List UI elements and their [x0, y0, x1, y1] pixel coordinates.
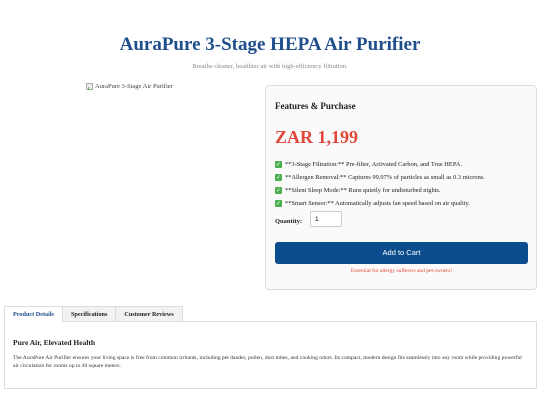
quantity-label: Quantity: — [275, 218, 303, 225]
check-mark-icon: ✓ — [275, 161, 282, 168]
product-image-alt-text: AuraPure 3-Stage Air Purifier — [95, 83, 173, 90]
feature-list: ✓ **3-Stage Filtration:** Pre-filter, Ac… — [275, 158, 485, 210]
feature-item: ✓ **Silent Sleep Mode:** Runs quietly fo… — [275, 184, 485, 197]
product-image: AuraPure 3-Stage Air Purifier — [86, 83, 173, 90]
tab-panel-product-details: Pure Air, Elevated Health The AuraPure A… — [4, 321, 537, 389]
check-mark-icon: ✓ — [275, 174, 282, 181]
page-title: AuraPure 3-Stage HEPA Air Purifier — [119, 34, 421, 55]
tab-customer-reviews[interactable]: Customer Reviews — [115, 306, 183, 321]
feature-item: ✓ **3-Stage Filtration:** Pre-filter, Ac… — [275, 158, 485, 171]
product-price: ZAR 1,199 — [275, 127, 359, 147]
feature-text: **Smart Sensor:** Automatically adjusts … — [285, 200, 470, 207]
tab-product-details[interactable]: Product Details — [4, 306, 63, 322]
feature-text: **Silent Sleep Mode:** Runs quietly for … — [285, 187, 441, 194]
add-to-cart-button[interactable]: Add to Cart — [275, 242, 528, 264]
broken-image-icon — [86, 83, 93, 90]
tab-specifications[interactable]: Specifications — [61, 306, 117, 321]
feature-text: **Allergen Removal:** Captures 99.97% of… — [285, 174, 485, 181]
card-title: Features & Purchase — [275, 101, 356, 111]
purchase-card: Features & Purchase ZAR 1,199 ✓ **3-Stag… — [265, 85, 537, 290]
feature-text: **3-Stage Filtration:** Pre-filter, Acti… — [285, 161, 463, 168]
details-body: The AuraPure Air Purifier ensures your l… — [13, 355, 522, 369]
details-heading: Pure Air, Elevated Health — [13, 338, 96, 347]
check-mark-icon: ✓ — [275, 187, 282, 194]
tab-bar: Product Details Specifications Customer … — [4, 306, 183, 322]
check-mark-icon: ✓ — [275, 200, 282, 207]
feature-item: ✓ **Smart Sensor:** Automatically adjust… — [275, 197, 485, 210]
quantity-input[interactable] — [310, 211, 342, 227]
feature-item: ✓ **Allergen Removal:** Captures 99.97% … — [275, 171, 485, 184]
page-subtitle: Breathe cleaner, healthier air with high… — [192, 63, 348, 70]
promo-text: Essential for allergy sufferers and pet … — [350, 268, 453, 274]
